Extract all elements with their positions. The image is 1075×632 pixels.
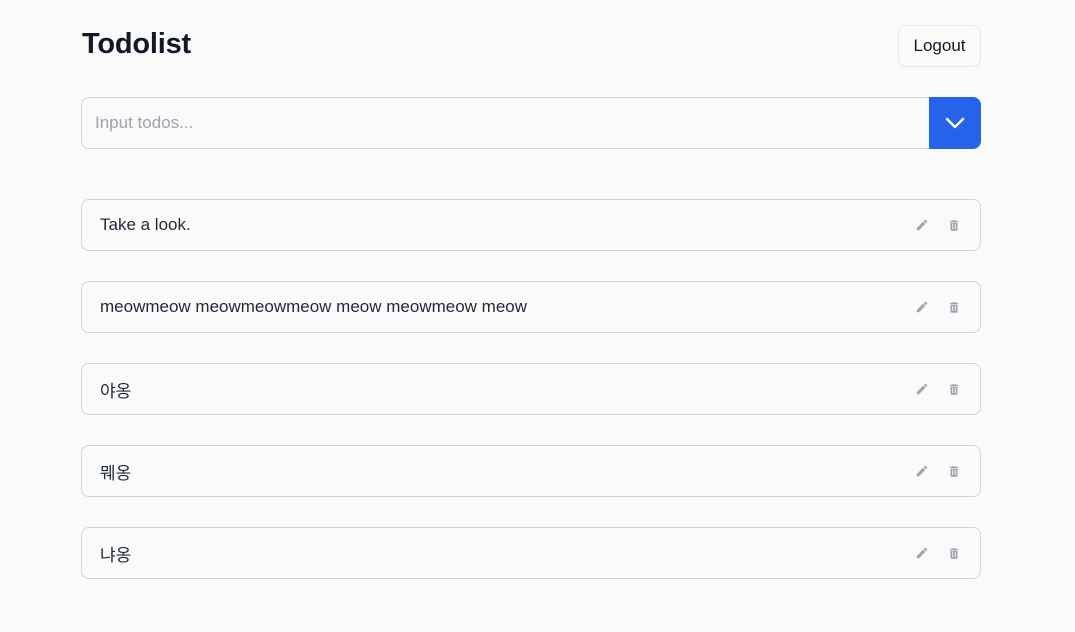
chevron-down-icon [945, 117, 965, 129]
todo-item-text: 뭬옹 [100, 463, 132, 483]
todo-item-text: meowmeow meowmeowmeow meow meowmeow meow [100, 297, 528, 316]
todo-actions [913, 544, 963, 562]
trash-icon [949, 465, 959, 477]
delete-button[interactable] [945, 544, 963, 562]
todo-actions [913, 216, 963, 234]
trash-icon [949, 219, 959, 231]
delete-button[interactable] [945, 298, 963, 316]
pencil-icon [916, 465, 928, 477]
delete-button[interactable] [945, 380, 963, 398]
todo-item: meowmeow meowmeowmeow meow meowmeow meow [81, 281, 981, 333]
pencil-icon [916, 547, 928, 559]
todo-item-text: 냐옹 [100, 545, 132, 565]
todo-actions [913, 298, 963, 316]
trash-icon [949, 301, 959, 313]
trash-icon [949, 547, 959, 559]
edit-button[interactable] [913, 216, 931, 234]
trash-icon [949, 383, 959, 395]
logout-button[interactable]: Logout [898, 25, 981, 67]
todo-item: 뭬옹 [81, 445, 981, 497]
header: Todolist Logout [81, 0, 981, 97]
add-todo-button[interactable] [929, 97, 981, 149]
page-title: Todolist [82, 28, 192, 60]
todo-actions [913, 462, 963, 480]
todo-item: 냐옹 [81, 527, 981, 579]
edit-button[interactable] [913, 544, 931, 562]
todo-actions [913, 380, 963, 398]
pencil-icon [916, 383, 928, 395]
edit-button[interactable] [913, 380, 931, 398]
todo-item: 야옹 [81, 363, 981, 415]
todo-item-text: 야옹 [100, 381, 132, 401]
todo-item: Take a look. [81, 199, 981, 251]
todo-input-row [81, 97, 981, 149]
delete-button[interactable] [945, 216, 963, 234]
delete-button[interactable] [945, 462, 963, 480]
todo-item-text: Take a look. [100, 215, 191, 234]
edit-button[interactable] [913, 298, 931, 316]
edit-button[interactable] [913, 462, 931, 480]
pencil-icon [916, 219, 928, 231]
todo-input[interactable] [81, 97, 929, 149]
pencil-icon [916, 301, 928, 313]
app-container: Todolist Logout Take a look. [81, 0, 981, 579]
todo-list: Take a look. meowmeow meowmeowmeow meow … [81, 199, 981, 579]
